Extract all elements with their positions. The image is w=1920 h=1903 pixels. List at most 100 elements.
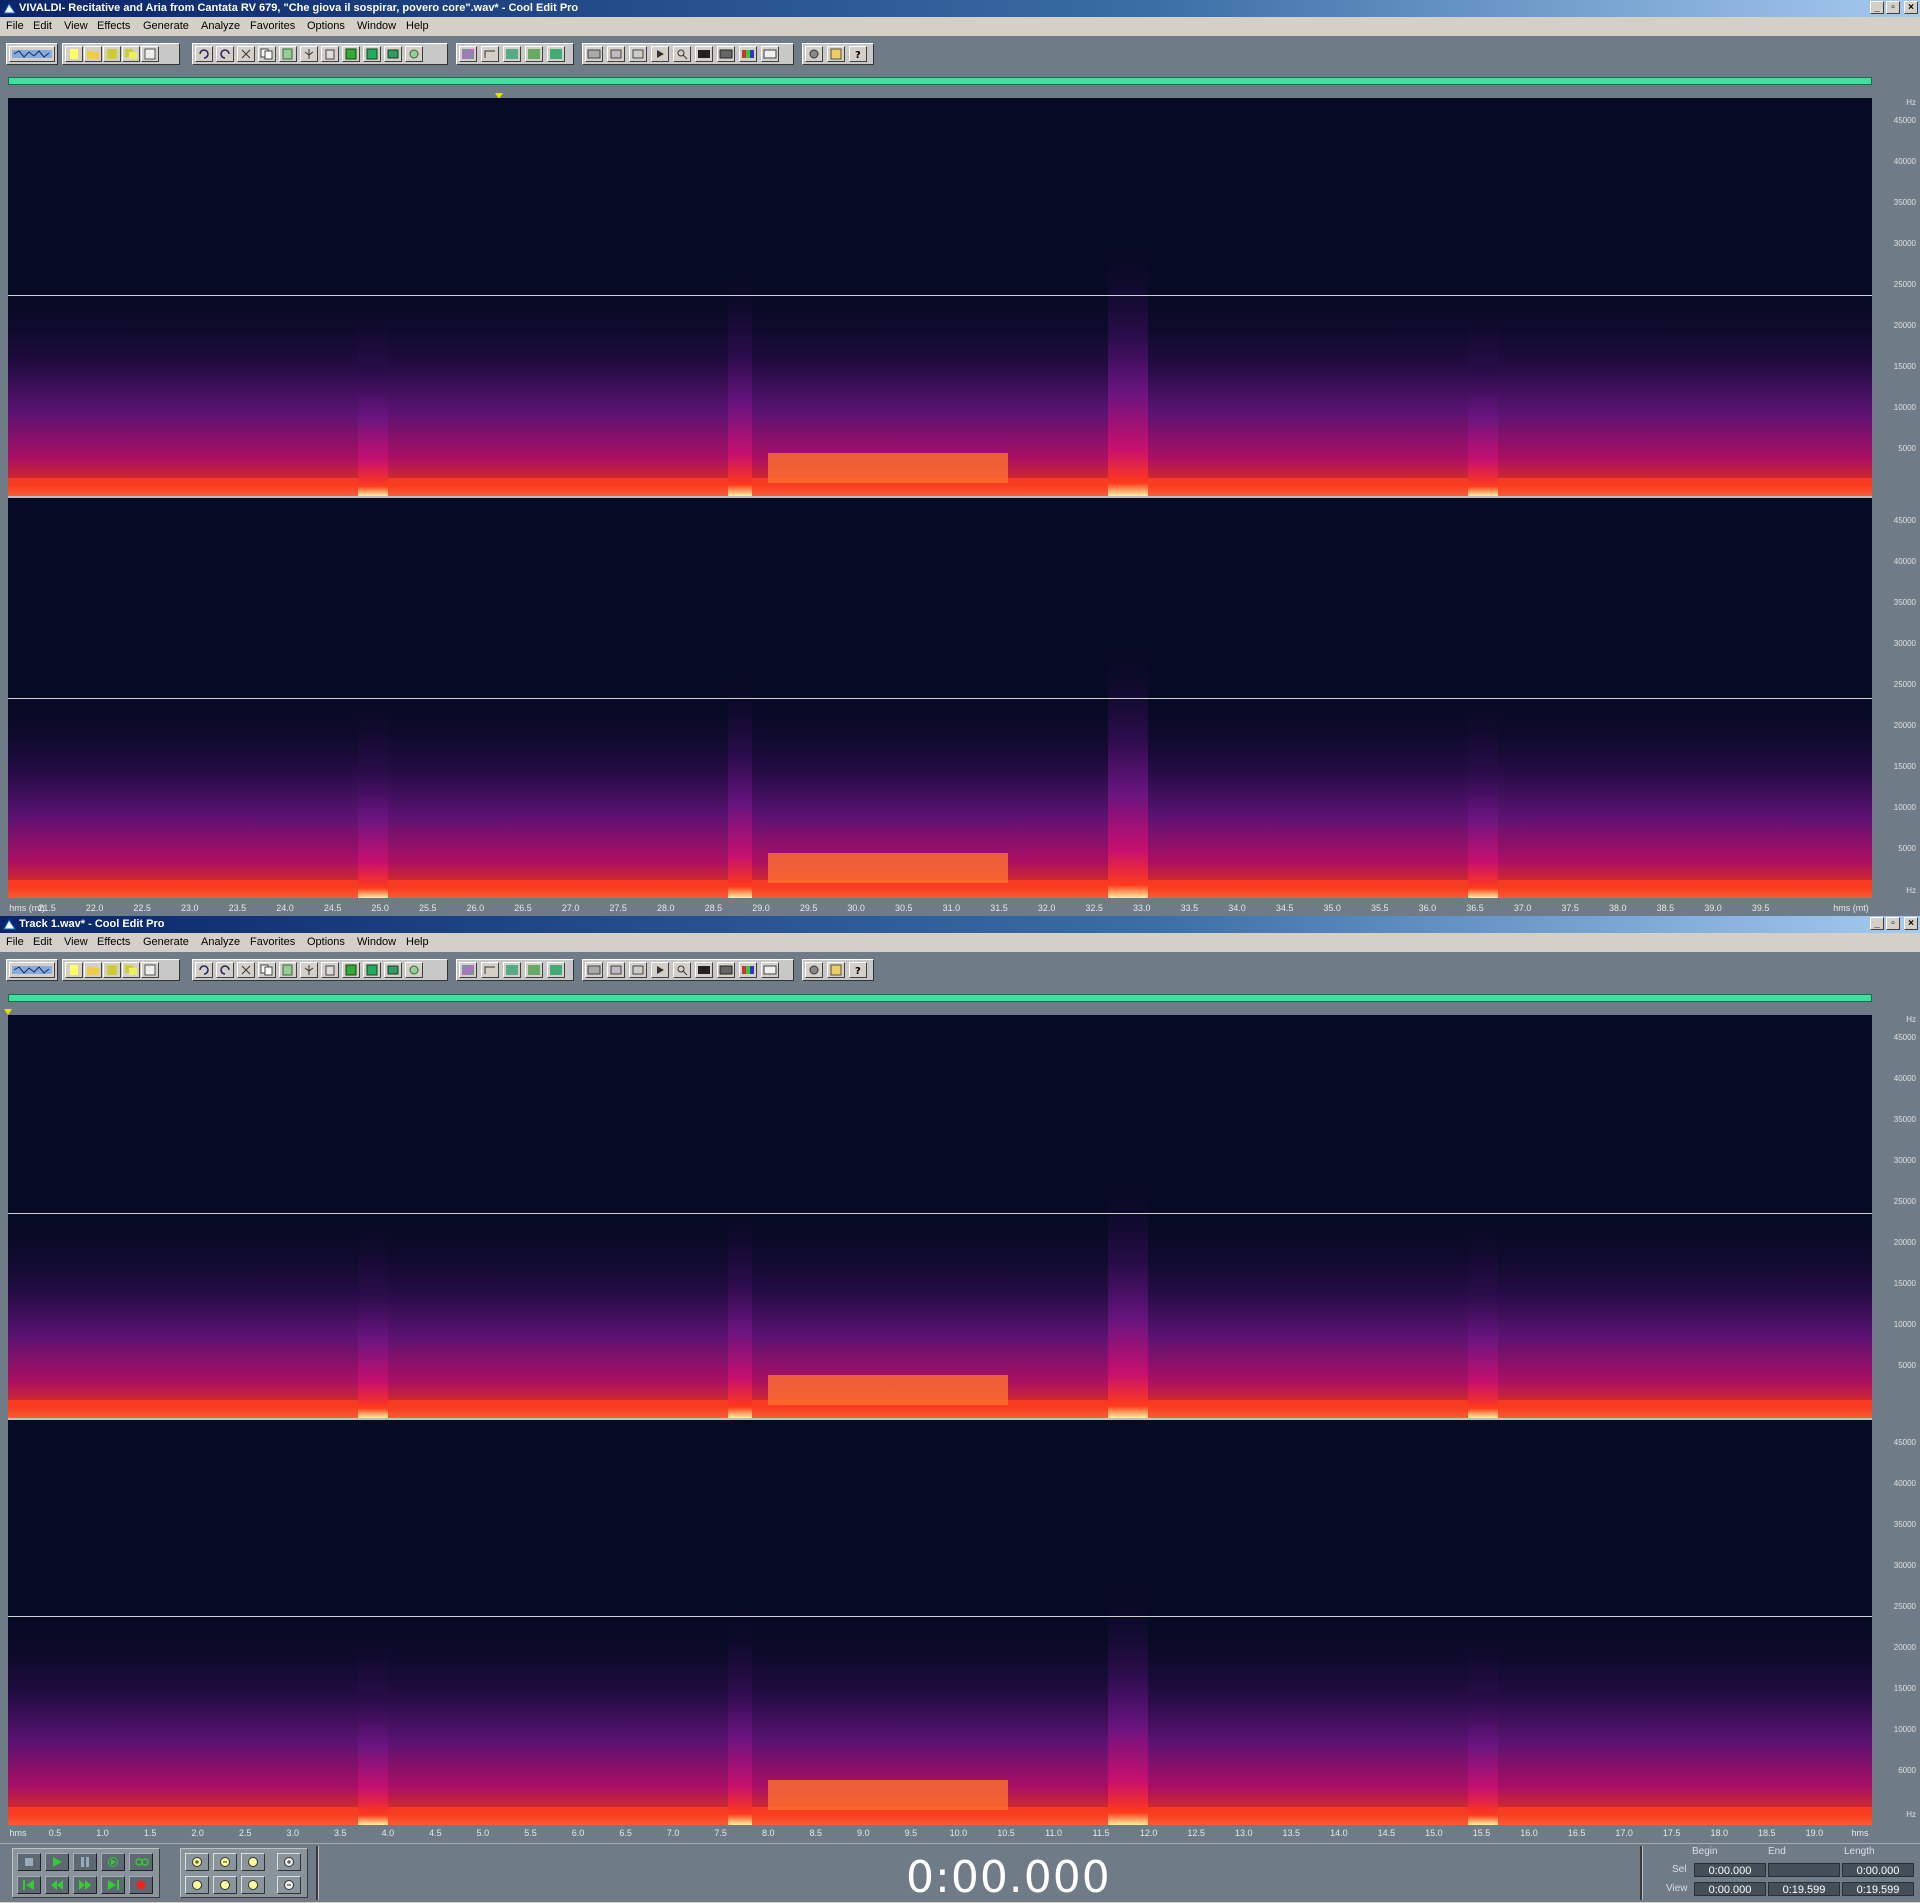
sel-length-field[interactable]: 0:00.000 [1842,1863,1914,1877]
zoom-right-button[interactable] [241,1876,265,1894]
close-button[interactable]: × [1904,917,1918,930]
save-button[interactable] [103,46,121,62]
multitrack-toggle-button[interactable] [9,46,55,62]
cut-button[interactable] [237,46,255,62]
zoom-in-button[interactable] [185,1853,209,1871]
show-grid-button[interactable] [503,46,521,62]
menu-help[interactable]: Help [406,20,429,32]
paste-button[interactable] [321,46,339,62]
minimize-button[interactable]: _ [1870,917,1884,930]
save-all-button[interactable] [122,962,140,978]
multitrack-toggle-button[interactable] [9,962,55,978]
tool-7-button[interactable] [717,962,735,978]
help-button[interactable]: ? [849,46,867,62]
menu-generate[interactable]: Generate [143,936,189,948]
menu-view[interactable]: View [64,20,88,32]
close-file-button[interactable] [141,46,159,62]
menu-file[interactable]: File [6,20,24,32]
cdplayer-button[interactable] [384,962,402,978]
tool-9-button[interactable] [761,46,779,62]
zoom-vertical-in-button[interactable] [277,1853,301,1871]
tool-2-button[interactable] [607,46,625,62]
spectral-display[interactable] [8,1015,1872,1825]
zoom-out-button[interactable] [213,1853,237,1871]
close-file-button[interactable] [141,962,159,978]
menu-favorites[interactable]: Favorites [250,936,295,948]
save-button[interactable] [103,962,121,978]
menu-analyze[interactable]: Analyze [201,20,240,32]
scripts-button[interactable] [827,962,845,978]
trim-button[interactable] [300,46,318,62]
open-file-button[interactable] [84,46,102,62]
tool-5-button[interactable] [673,962,691,978]
menu-edit[interactable]: Edit [33,936,52,948]
copy-to-new-button[interactable] [279,46,297,62]
tool-3-button[interactable] [629,962,647,978]
paste-button[interactable] [321,962,339,978]
menu-effects[interactable]: Effects [97,936,130,948]
tool-3-button[interactable] [629,46,647,62]
help-button[interactable]: ? [849,962,867,978]
menu-generate[interactable]: Generate [143,20,189,32]
maximize-button[interactable]: ▫ [1886,1,1900,14]
undo-button[interactable] [195,962,213,978]
tool-6-button[interactable] [695,962,713,978]
show-markers-button[interactable] [525,962,543,978]
repeat-button[interactable] [405,962,423,978]
show-grid-button[interactable] [503,962,521,978]
cut-button[interactable] [237,962,255,978]
repeat-button[interactable] [405,46,423,62]
copy-button[interactable] [258,46,276,62]
tool-1-button[interactable] [585,46,603,62]
go-to-end-button[interactable] [101,1876,125,1894]
undo-button[interactable] [195,46,213,62]
spectral-display[interactable] [8,98,1872,898]
spectral-view-button[interactable] [481,46,499,62]
zoom-left-button[interactable] [213,1876,237,1894]
tool-4-button[interactable] [651,962,669,978]
sel-end-field[interactable] [1768,1863,1840,1877]
overview-bar[interactable] [8,994,1872,1002]
zoom-full-button[interactable] [241,1853,265,1871]
tool-8-button[interactable] [739,962,757,978]
paste-new-button[interactable] [363,962,381,978]
trim-button[interactable] [300,962,318,978]
menu-file[interactable]: File [6,936,24,948]
tool-7-button[interactable] [717,46,735,62]
new-file-button[interactable] [65,46,83,62]
fast-forward-button[interactable] [73,1876,97,1894]
menu-favorites[interactable]: Favorites [250,20,295,32]
settings-button[interactable] [805,46,823,62]
tool-5-button[interactable] [673,46,691,62]
view-begin-field[interactable]: 0:00.000 [1694,1882,1766,1896]
view-end-field[interactable]: 0:19.599 [1768,1882,1840,1896]
mix-paste-button[interactable] [342,46,360,62]
scripts-button[interactable] [827,46,845,62]
stop-button[interactable] [17,1853,41,1871]
new-file-button[interactable] [65,962,83,978]
spectral-view-button[interactable] [481,962,499,978]
record-button[interactable] [129,1876,153,1894]
open-file-button[interactable] [84,962,102,978]
copy-to-new-button[interactable] [279,962,297,978]
copy-button[interactable] [258,962,276,978]
tool-4-button[interactable] [651,46,669,62]
redo-button[interactable] [216,962,234,978]
menu-analyze[interactable]: Analyze [201,936,240,948]
tool-9-button[interactable] [761,962,779,978]
menu-window[interactable]: Window [357,20,396,32]
menu-window[interactable]: Window [357,936,396,948]
menu-effects[interactable]: Effects [97,20,130,32]
tool-6-button[interactable] [695,46,713,62]
close-button[interactable]: × [1904,1,1918,14]
settings-button[interactable] [805,962,823,978]
show-cues-button[interactable] [547,962,565,978]
go-to-start-button[interactable] [17,1876,41,1894]
loop-button[interactable] [129,1853,153,1871]
redo-button[interactable] [216,46,234,62]
mix-paste-button[interactable] [342,962,360,978]
tool-8-button[interactable] [739,46,757,62]
menu-options[interactable]: Options [307,936,345,948]
cdplayer-button[interactable] [384,46,402,62]
sel-begin-field[interactable]: 0:00.000 [1694,1863,1766,1877]
